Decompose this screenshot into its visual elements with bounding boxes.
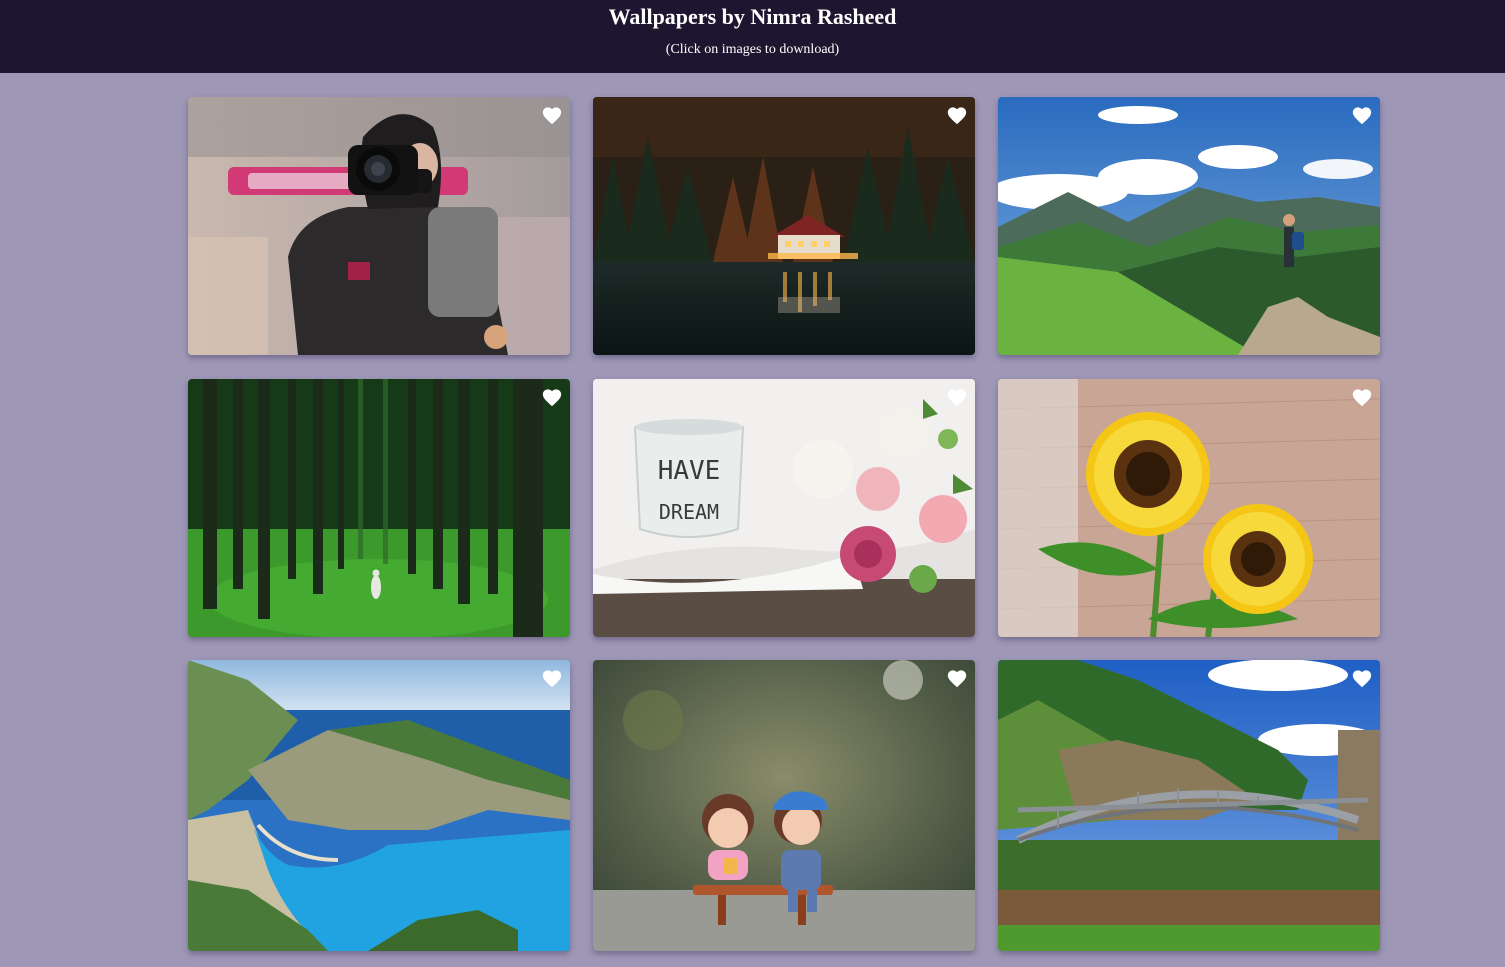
wallpaper-card-bay[interactable] xyxy=(188,660,570,951)
favorite-heart-icon[interactable] xyxy=(541,668,563,690)
wallpaper-image-figurines[interactable] xyxy=(593,660,975,951)
wallpaper-card-candle-roses[interactable]: HAVE DREAM xyxy=(593,379,975,637)
wallpaper-image-hiker[interactable] xyxy=(998,97,1380,355)
wallpaper-image-bridge[interactable] xyxy=(998,660,1380,951)
mug-text-dream: DREAM xyxy=(659,500,719,524)
favorite-heart-icon[interactable] xyxy=(946,668,968,690)
wallpaper-image-sunflowers[interactable] xyxy=(998,379,1380,637)
mug-text-have: HAVE xyxy=(658,456,721,486)
favorite-heart-icon[interactable] xyxy=(541,105,563,127)
favorite-heart-icon[interactable] xyxy=(946,387,968,409)
wallpaper-card-photographer[interactable] xyxy=(188,97,570,355)
wallpaper-image-forest[interactable] xyxy=(188,379,570,637)
wallpaper-image-lake-house[interactable] xyxy=(593,97,975,355)
wallpaper-card-figurines[interactable] xyxy=(593,660,975,951)
page-header: Wallpapers by Nimra Rasheed (Click on im… xyxy=(0,0,1505,73)
wallpaper-card-hiker[interactable] xyxy=(998,97,1380,355)
favorite-heart-icon[interactable] xyxy=(946,105,968,127)
favorite-heart-icon[interactable] xyxy=(1351,387,1373,409)
page-title: Wallpapers by Nimra Rasheed xyxy=(608,4,897,29)
wallpaper-image-candle-roses[interactable]: HAVE DREAM xyxy=(593,379,975,637)
wallpaper-card-sunflowers[interactable] xyxy=(998,379,1380,637)
wallpaper-image-bay[interactable] xyxy=(188,660,570,951)
favorite-heart-icon[interactable] xyxy=(541,387,563,409)
wallpaper-card-lake-house[interactable] xyxy=(593,97,975,355)
wallpaper-image-photographer[interactable] xyxy=(188,97,570,355)
favorite-heart-icon[interactable] xyxy=(1351,668,1373,690)
favorite-heart-icon[interactable] xyxy=(1351,105,1373,127)
page-subtitle: (Click on images to download) xyxy=(665,42,840,57)
wallpaper-card-bridge[interactable] xyxy=(998,660,1380,951)
wallpaper-card-forest[interactable] xyxy=(188,379,570,637)
